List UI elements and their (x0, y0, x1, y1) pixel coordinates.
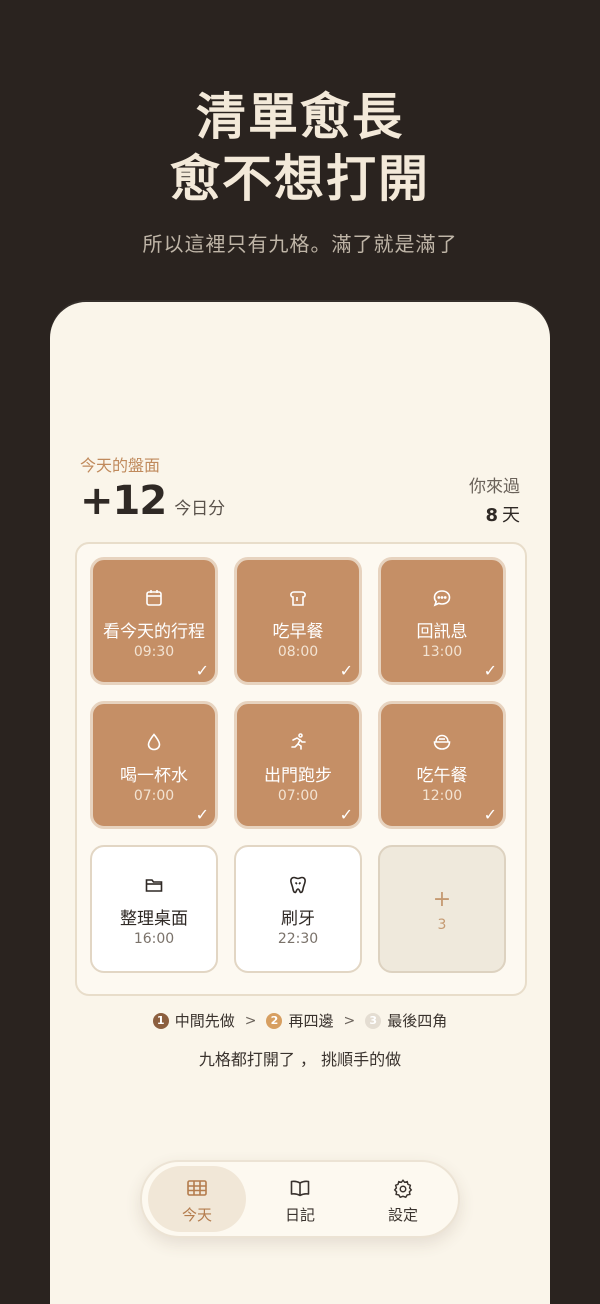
water-drop-icon (93, 732, 215, 752)
task-time: 13:00 (421, 644, 463, 660)
task-tile[interactable]: 出門跑步 07:00 ✓ (234, 701, 362, 829)
task-tile[interactable]: 回訊息 13:00 ✓ (378, 557, 506, 685)
step-3-label: 最後四角 (387, 1012, 448, 1030)
book-icon (251, 1178, 349, 1198)
rice-bowl-icon (381, 732, 503, 752)
hint-text: 九格都打開了 ， 挑順手的做 (198, 1050, 402, 1069)
tab-label: 今天 (181, 1206, 212, 1224)
tab-today[interactable]: 今天 (148, 1166, 246, 1232)
tab-diary[interactable]: 日記 (251, 1166, 349, 1232)
task-time: 16:00 (133, 931, 175, 947)
visited-days-unit: 天 (502, 505, 520, 526)
task-name: 吃早餐 (272, 622, 324, 642)
score-display: +12 今日分 (80, 478, 225, 524)
tab-label: 日記 (284, 1206, 315, 1224)
order-steps: 1 中間先做 > 2 再四邊 > 3 最後四角 (50, 1010, 550, 1031)
task-name: 喝一杯水 (120, 766, 188, 786)
tab-settings[interactable]: 設定 (354, 1166, 452, 1232)
check-icon: ✓ (195, 661, 209, 680)
task-name: 整理桌面 (120, 909, 188, 929)
task-tile[interactable]: 吃午餐 12:00 ✓ (378, 701, 506, 829)
step-separator: > (343, 1012, 356, 1029)
step-3-number: 3 (365, 1012, 382, 1029)
hero-title: 清單愈長 愈不想打開 (0, 86, 600, 210)
score-value: +12 (80, 478, 167, 524)
task-name: 出門跑步 (264, 766, 332, 786)
visited-days-value: 8 (485, 505, 498, 526)
task-time: 12:00 (421, 788, 463, 804)
score-unit: 今日分 (174, 499, 226, 519)
grid-icon (148, 1178, 246, 1198)
hero-title-line1: 清單愈長 (196, 88, 404, 146)
tooth-icon (236, 875, 360, 895)
calendar-icon (93, 588, 215, 608)
task-time: 07:00 (277, 788, 319, 804)
step-1-label: 中間先做 (174, 1012, 235, 1030)
remaining-count: 3 (437, 917, 447, 933)
check-icon: ✓ (483, 805, 497, 824)
visited-counter: 你來過 8天 (469, 472, 520, 527)
task-time: 09:30 (133, 644, 175, 660)
bottom-tab-bar: 今天 日記 設定 (140, 1160, 460, 1238)
check-icon: ✓ (483, 661, 497, 680)
check-icon: ✓ (339, 805, 353, 824)
task-time: 08:00 (277, 644, 319, 660)
plus-icon: + (432, 887, 452, 912)
task-tile[interactable]: 整理桌面 16:00 (90, 845, 218, 973)
task-time: 07:00 (133, 788, 175, 804)
task-name: 看今天的行程 (103, 622, 205, 642)
step-2-label: 再四邊 (288, 1012, 334, 1030)
task-tile[interactable]: 刷牙 22:30 (234, 845, 362, 973)
check-icon: ✓ (195, 805, 209, 824)
task-tile[interactable]: 喝一杯水 07:00 ✓ (90, 701, 218, 829)
runner-icon (237, 732, 359, 752)
step-2-number: 2 (266, 1012, 283, 1029)
step-separator: > (244, 1012, 257, 1029)
toast-icon (237, 588, 359, 608)
hero-title-line2: 愈不想打開 (170, 150, 430, 208)
folder-icon (92, 875, 216, 895)
board-label: 今天的盤面 (80, 456, 161, 475)
tab-label: 設定 (387, 1206, 418, 1224)
visited-days: 8天 (469, 501, 520, 527)
task-name: 回訊息 (416, 622, 468, 642)
step-3: 3 最後四角 (365, 1010, 447, 1031)
app-screen: 今天的盤面 +12 今日分 你來過 8天 看今天的行程 09:30 ✓ 吃早餐 … (50, 302, 550, 1304)
nine-grid: 看今天的行程 09:30 ✓ 吃早餐 08:00 ✓ 回訊息 13:00 ✓ 喝… (75, 542, 527, 996)
visited-label: 你來過 (469, 477, 520, 497)
chat-bubble-icon (381, 588, 503, 608)
task-time: 22:30 (277, 931, 319, 947)
step-1-number: 1 (152, 1012, 169, 1029)
add-task-tile[interactable]: + 3 (378, 845, 506, 973)
task-tile[interactable]: 吃早餐 08:00 ✓ (234, 557, 362, 685)
task-name: 刷牙 (281, 909, 315, 929)
gear-icon (354, 1178, 452, 1200)
step-1: 1 中間先做 (152, 1010, 235, 1031)
hero-subtitle: 所以這裡只有九格。滿了就是滿了 (142, 232, 458, 256)
task-name: 吃午餐 (416, 766, 468, 786)
step-2: 2 再四邊 (266, 1010, 334, 1031)
check-icon: ✓ (339, 661, 353, 680)
task-tile[interactable]: 看今天的行程 09:30 ✓ (90, 557, 218, 685)
